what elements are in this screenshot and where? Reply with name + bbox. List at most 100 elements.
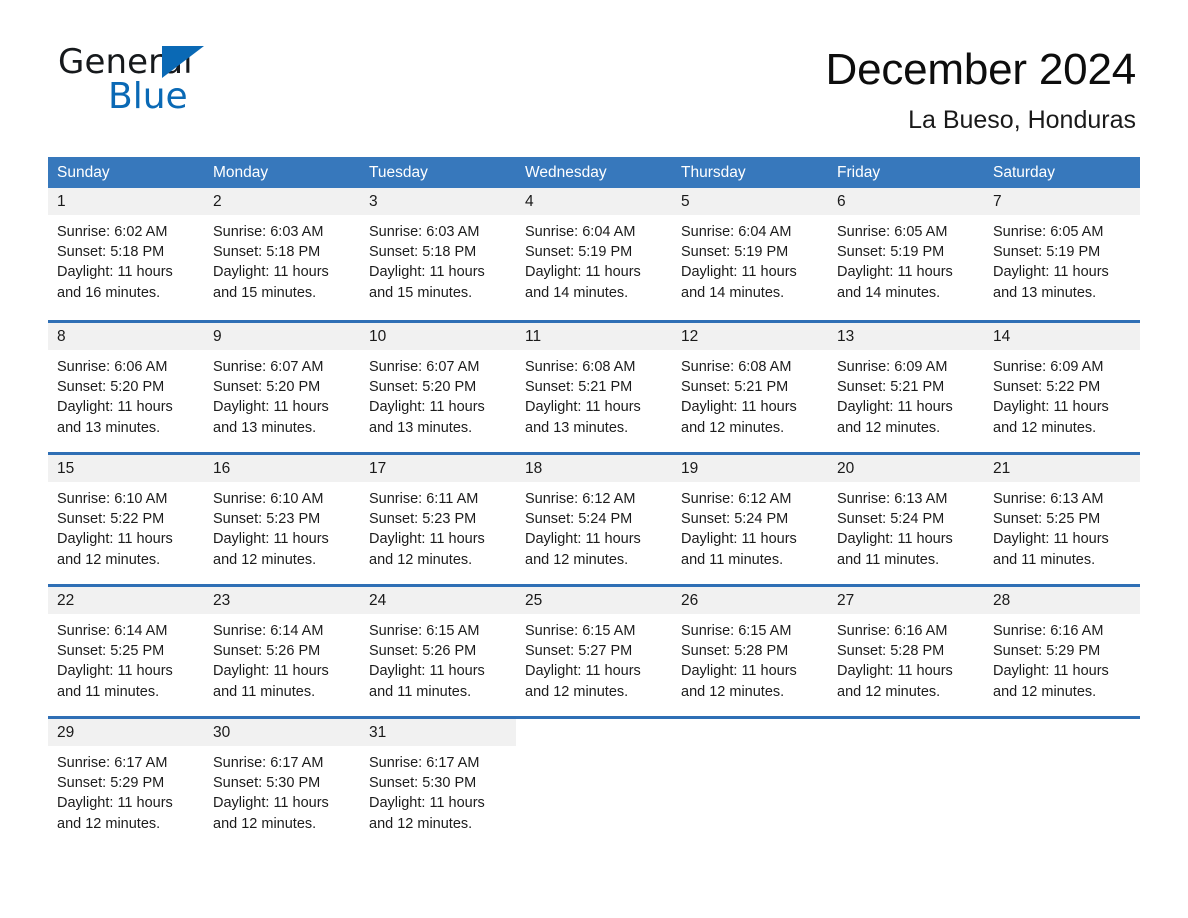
sunrise-text: Sunrise: 6:11 AM [369,491,479,507]
calendar-day-cell[interactable]: 10 Sunrise: 6:07 AM Sunset: 5:20 PM Dayligh… [360,323,516,452]
calendar-day-cell[interactable]: 5 Sunrise: 6:04 AM Sunset: 5:19 PM Daylight… [672,188,828,320]
calendar-day-cell[interactable]: 6 Sunrise: 6:05 AM Sunset: 5:19 PM Daylight… [828,188,984,320]
sunrise-text: Sunrise: 6:09 AM [993,359,1104,375]
daylight-text-line2: and 13 minutes. [57,419,161,436]
triangle-icon [162,46,204,78]
day-details: Sunrise: 6:03 AM Sunset: 5:18 PM Daylight:… [360,215,516,303]
calendar-day-cell[interactable]: 22 Sunrise: 6:14 AM Sunset: 5:25 PM Dayligh… [48,587,204,716]
sunrise-text: Sunrise: 6:13 AM [993,491,1104,507]
calendar-day-cell[interactable]: 20 Sunrise: 6:13 AM Sunset: 5:24 PM Dayligh… [828,455,984,584]
sunrise-text: Sunrise: 6:12 AM [681,491,792,507]
sunset-text: Sunset: 5:29 PM [57,775,165,792]
sunset-text: Sunset: 5:23 PM [369,511,477,528]
calendar-day-cell[interactable]: 19 Sunrise: 6:12 AM Sunset: 5:24 PM Dayligh… [672,455,828,584]
day-details: Sunrise: 6:04 AM Sunset: 5:19 PM Daylight:… [672,215,828,303]
calendar-day-cell[interactable]: 2 Sunrise: 6:03 AM Sunset: 5:18 PM Daylight… [204,188,360,320]
day-number-band: 7 [984,188,1140,215]
sunrise-text: Sunrise: 6:10 AM [213,491,324,507]
daylight-text-line2: and 15 minutes. [213,284,317,301]
calendar-day-cell[interactable]: 7 Sunrise: 6:05 AM Sunset: 5:19 PM Daylight… [984,188,1140,320]
calendar-day-cell[interactable]: 28 Sunrise: 6:16 AM Sunset: 5:29 PM Dayligh… [984,587,1140,716]
sunrise-text: Sunrise: 6:03 AM [213,224,324,240]
calendar-day-cell-empty [984,719,1140,848]
day-number-band: 24 [360,587,516,614]
sunset-text: Sunset: 5:20 PM [369,379,477,396]
day-number-band: 31 [360,719,516,746]
daylight-text-line1: Daylight: 11 hours [57,663,173,680]
sunset-text: Sunset: 5:25 PM [57,643,165,660]
sunrise-text: Sunrise: 6:05 AM [837,224,948,240]
calendar-day-cell[interactable]: 27 Sunrise: 6:16 AM Sunset: 5:28 PM Dayligh… [828,587,984,716]
day-details: Sunrise: 6:15 AM Sunset: 5:28 PM Daylight:… [672,614,828,702]
sunset-text: Sunset: 5:30 PM [213,775,321,792]
day-number: 31 [369,724,387,741]
day-number: 24 [369,592,387,609]
calendar-day-cell[interactable]: 21 Sunrise: 6:13 AM Sunset: 5:25 PM Dayligh… [984,455,1140,584]
daylight-text-line2: and 12 minutes. [57,551,161,568]
sunset-text: Sunset: 5:25 PM [993,511,1101,528]
calendar-day-cell[interactable]: 30 Sunrise: 6:17 AM Sunset: 5:30 PM Dayligh… [204,719,360,848]
calendar-day-cell[interactable]: 25 Sunrise: 6:15 AM Sunset: 5:27 PM Dayligh… [516,587,672,716]
day-number-band [516,719,672,746]
daylight-text-line1: Daylight: 11 hours [525,399,641,416]
weekday-header-wednesday: Wednesday [525,164,607,181]
day-details: Sunrise: 6:10 AM Sunset: 5:22 PM Daylight:… [48,482,204,570]
daylight-text-line2: and 12 minutes. [993,419,1097,436]
day-details: Sunrise: 6:09 AM Sunset: 5:22 PM Daylight:… [984,350,1140,438]
sunset-text: Sunset: 5:18 PM [369,244,477,261]
calendar-day-cell[interactable]: 17 Sunrise: 6:11 AM Sunset: 5:23 PM Dayligh… [360,455,516,584]
day-details: Sunrise: 6:03 AM Sunset: 5:18 PM Daylight:… [204,215,360,303]
calendar-day-cell[interactable]: 24 Sunrise: 6:15 AM Sunset: 5:26 PM Dayligh… [360,587,516,716]
calendar-day-cell[interactable]: 31 Sunrise: 6:17 AM Sunset: 5:30 PM Dayligh… [360,719,516,848]
day-number-band: 5 [672,188,828,215]
day-number: 17 [369,460,387,477]
calendar-day-cell[interactable]: 8 Sunrise: 6:06 AM Sunset: 5:20 PM Daylight… [48,323,204,452]
weekday-header-monday: Monday [213,164,269,181]
daylight-text-line2: and 14 minutes. [681,284,785,301]
sunset-text: Sunset: 5:20 PM [57,379,165,396]
brand-logo[interactable]: General Blue [58,42,358,122]
brand-name-blue: Blue [108,76,188,117]
calendar-day-cell[interactable]: 16 Sunrise: 6:10 AM Sunset: 5:23 PM Dayligh… [204,455,360,584]
calendar-day-cell[interactable]: 23 Sunrise: 6:14 AM Sunset: 5:26 PM Dayligh… [204,587,360,716]
day-number-band: 12 [672,323,828,350]
sunset-text: Sunset: 5:19 PM [525,244,633,261]
day-number: 26 [681,592,699,609]
day-details: Sunrise: 6:15 AM Sunset: 5:26 PM Daylight:… [360,614,516,702]
day-number: 2 [213,193,222,210]
day-details: Sunrise: 6:17 AM Sunset: 5:30 PM Daylight:… [360,746,516,834]
sunset-text: Sunset: 5:20 PM [213,379,321,396]
calendar-day-cell[interactable]: 18 Sunrise: 6:12 AM Sunset: 5:24 PM Dayligh… [516,455,672,584]
sunrise-text: Sunrise: 6:04 AM [681,224,792,240]
day-details: Sunrise: 6:16 AM Sunset: 5:29 PM Daylight:… [984,614,1140,702]
calendar-day-cell[interactable]: 1 Sunrise: 6:02 AM Sunset: 5:18 PM Daylight… [48,188,204,320]
day-number: 13 [837,328,855,345]
calendar-day-cell[interactable]: 29 Sunrise: 6:17 AM Sunset: 5:29 PM Dayligh… [48,719,204,848]
daylight-text-line2: and 12 minutes. [837,683,941,700]
day-number-band: 23 [204,587,360,614]
sunset-text: Sunset: 5:22 PM [993,379,1101,396]
calendar-day-cell[interactable]: 4 Sunrise: 6:04 AM Sunset: 5:19 PM Daylight… [516,188,672,320]
day-details: Sunrise: 6:05 AM Sunset: 5:19 PM Daylight:… [984,215,1140,303]
day-number-band: 14 [984,323,1140,350]
calendar-day-cell[interactable]: 13 Sunrise: 6:09 AM Sunset: 5:21 PM Dayligh… [828,323,984,452]
daylight-text-line1: Daylight: 11 hours [213,399,329,416]
daylight-text-line2: and 12 minutes. [681,419,785,436]
calendar-day-cell[interactable]: 14 Sunrise: 6:09 AM Sunset: 5:22 PM Dayligh… [984,323,1140,452]
calendar-day-cell[interactable]: 3 Sunrise: 6:03 AM Sunset: 5:18 PM Daylight… [360,188,516,320]
daylight-text-line1: Daylight: 11 hours [525,264,641,281]
calendar-day-cell[interactable]: 15 Sunrise: 6:10 AM Sunset: 5:22 PM Dayligh… [48,455,204,584]
day-details: Sunrise: 6:04 AM Sunset: 5:19 PM Daylight:… [516,215,672,303]
calendar-day-cell[interactable]: 9 Sunrise: 6:07 AM Sunset: 5:20 PM Daylight… [204,323,360,452]
calendar-week-row: 29 Sunrise: 6:17 AM Sunset: 5:29 PM Dayligh… [48,716,1140,848]
day-number-band: 8 [48,323,204,350]
sunrise-text: Sunrise: 6:14 AM [213,623,324,639]
sunset-text: Sunset: 5:23 PM [213,511,321,528]
calendar-day-cell[interactable]: 12 Sunrise: 6:08 AM Sunset: 5:21 PM Dayligh… [672,323,828,452]
calendar-day-cell[interactable]: 11 Sunrise: 6:08 AM Sunset: 5:21 PM Dayligh… [516,323,672,452]
calendar-day-cell[interactable]: 26 Sunrise: 6:15 AM Sunset: 5:28 PM Dayligh… [672,587,828,716]
sunrise-text: Sunrise: 6:15 AM [681,623,792,639]
day-number: 3 [369,193,378,210]
day-number-band: 26 [672,587,828,614]
sunrise-text: Sunrise: 6:16 AM [993,623,1104,639]
